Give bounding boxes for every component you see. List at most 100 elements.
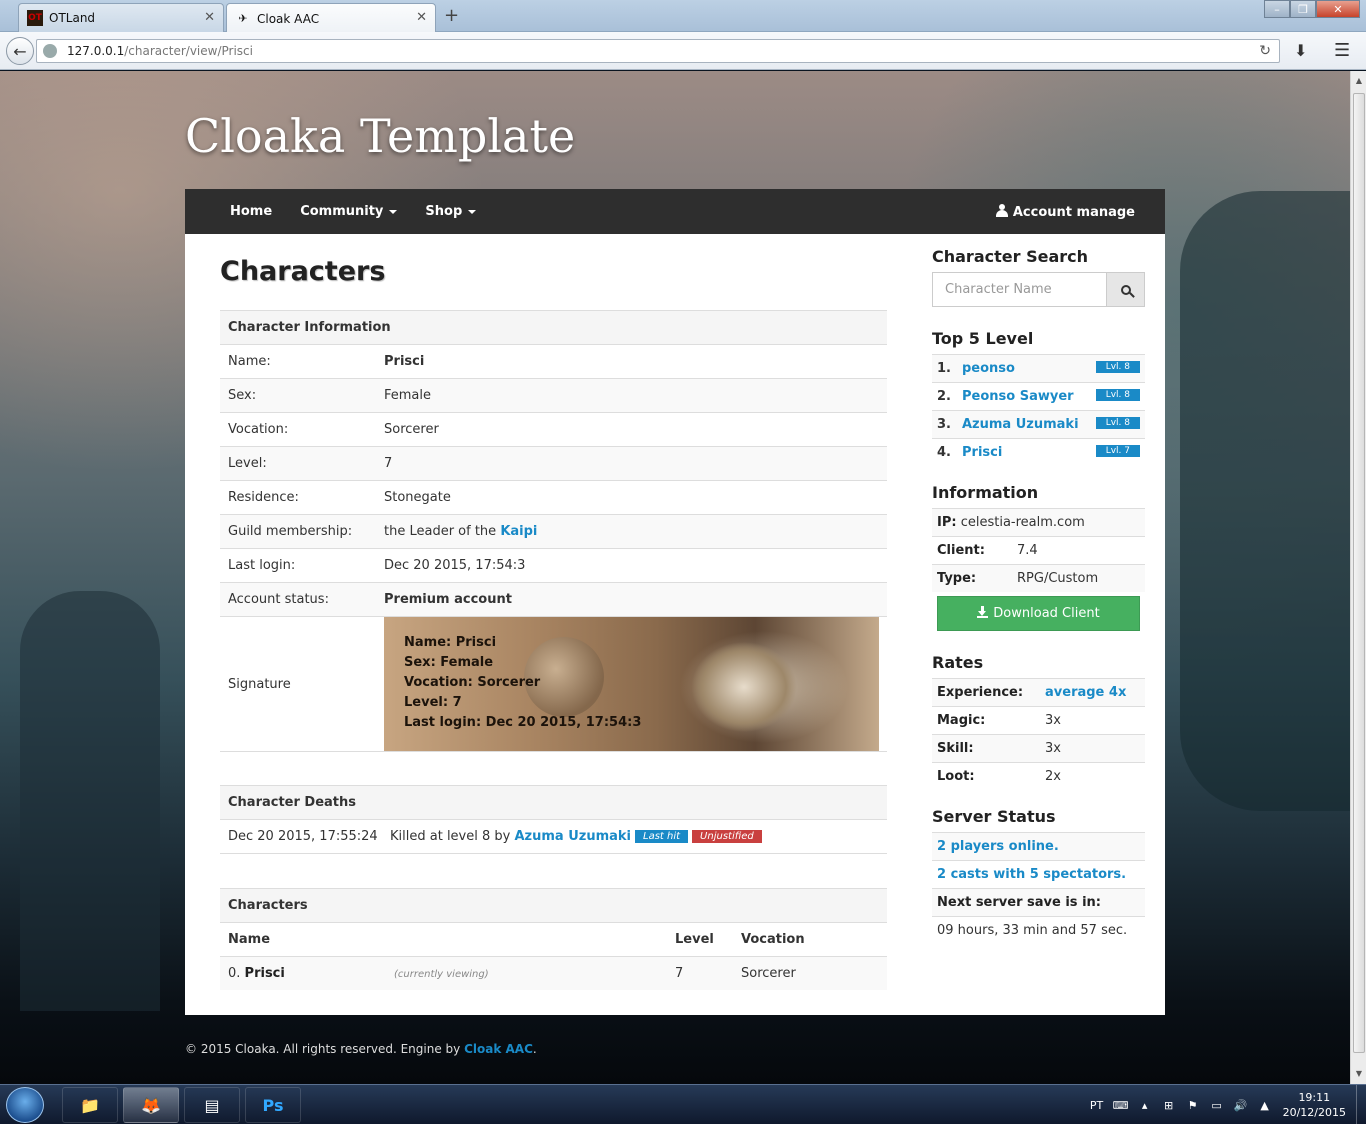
guild-link[interactable]: Kaipi [500,524,537,539]
info-key: Sex: [220,378,376,413]
top-player-link[interactable]: peonso [962,361,1015,376]
spacer [220,751,887,786]
list-item: 1. peonso Lvl. 8 [932,354,1145,383]
windows-start-icon[interactable] [6,1087,44,1123]
windows-flag-icon[interactable]: ⊞ [1157,1099,1181,1112]
list-item: 4. Prisci Lvl. 7 [932,438,1145,467]
top-player-link[interactable]: Prisci [962,445,1002,460]
top-level-title: Top 5 Level [932,329,1034,348]
char-note-cell: (currently viewing) [386,955,667,990]
hamburger-menu-icon[interactable]: ☰ [1334,40,1350,61]
info-value: Dec 20 2015, 17:54:3 [376,548,887,583]
col-vocation: Vocation [733,921,887,956]
display-icon[interactable]: ▭ [1205,1099,1229,1112]
close-tab-icon[interactable]: ✕ [204,10,215,25]
scrollbar-thumb[interactable] [1353,93,1365,1053]
rate-value: 3x [1040,706,1145,735]
type-label: Type: [932,563,1012,592]
language-indicator[interactable]: PT [1085,1099,1109,1112]
google-drive-icon[interactable]: ▲ [1253,1099,1277,1112]
top-player-cell: Peonso Sawyer Lvl. 8 [957,382,1145,411]
experience-rate-link[interactable]: average 4x [1045,685,1126,700]
character-search [932,272,1145,307]
caret-down-icon [468,209,477,214]
server-save-time: 09 hours, 33 min and 57 sec. [932,915,1145,944]
scroll-up-icon[interactable]: ▲ [1351,73,1366,89]
page-title: Characters [220,256,386,287]
download-arrow-icon[interactable]: ⬇ [1294,41,1307,60]
players-online-link[interactable]: 2 players online. [937,839,1059,854]
rate-value: 2x [1040,762,1145,791]
signature-line: Vocation: Sorcerer [404,675,541,690]
unjustified-badge: Unjustified [692,830,762,843]
casts-link[interactable]: 2 casts with 5 spectators. [937,867,1126,882]
last-hit-badge: Last hit [635,830,689,843]
background-creature [1180,191,1350,811]
client-value: 7.4 [1012,535,1145,564]
download-client-button[interactable]: Download Client [937,596,1140,631]
nav-shop[interactable]: Shop [411,204,490,219]
info-value: Female [376,378,887,413]
top-player-link[interactable]: Azuma Uzumaki [962,417,1079,432]
download-icon [977,606,989,618]
minimize-icon[interactable]: – [1264,0,1290,18]
clock-date: 20/12/2015 [1282,1106,1346,1119]
close-window-icon[interactable]: ✕ [1316,0,1360,18]
action-center-flag-icon[interactable]: ⚑ [1181,1099,1205,1112]
page-scrollbar[interactable]: ▲ ▼ [1350,71,1366,1084]
top-player-cell: Azuma Uzumaki Lvl. 8 [957,410,1145,439]
volume-icon[interactable]: 🔊 [1229,1099,1253,1112]
tab-otland[interactable]: OT OTLand ✕ [18,3,224,32]
signature-cell: Name: Prisci Sex: Female Vocation: Sorce… [376,616,887,752]
nav-community-label: Community [300,204,384,219]
reload-icon[interactable]: ↻ [1259,43,1271,59]
server-status-title: Server Status [932,806,1056,826]
close-tab-icon[interactable]: ✕ [416,10,427,25]
nav-account-label: Account manage [1012,204,1135,220]
maximize-icon[interactable]: ❐ [1290,0,1316,18]
tab-label: OTLand [49,11,96,25]
killer-link[interactable]: Azuma Uzumaki [514,829,631,844]
signature-line: Name: Prisci [404,635,497,650]
photoshop-icon[interactable]: Ps [245,1087,301,1123]
info-key: Last login: [220,548,376,583]
info-key: Guild membership: [220,514,376,549]
footer-engine-link[interactable]: Cloak AAC [464,1042,533,1056]
content-panel: Characters Character Information Name: Pr… [185,234,1165,1015]
nav-shop-label: Shop [425,204,463,219]
tray-expand-icon[interactable]: ▴ [1133,1099,1157,1112]
top-player-link[interactable]: Peonso Sawyer [962,389,1074,404]
url-bar[interactable]: 127.0.0.1/character/view/Prisci ↻ [36,39,1280,63]
search-button[interactable] [1107,272,1145,307]
user-icon [995,203,1008,217]
spacer [220,853,887,888]
keyboard-icon[interactable]: ⌨ [1109,1099,1133,1112]
clock[interactable]: 19:11 20/12/2015 [1277,1090,1356,1120]
top-level-table: 1. peonso Lvl. 8 2. Peonso Sawyer Lvl. 8 3. A… [932,354,1145,467]
char-index: 0. [228,965,241,981]
text-editor-icon[interactable]: ▤ [184,1087,240,1123]
browser-toolbar: ← 127.0.0.1/character/view/Prisci ↻ ⬇ ☰ [0,32,1366,70]
char-name-link[interactable]: Prisci [245,966,285,981]
new-tab-icon[interactable]: + [444,5,459,26]
char-level: 7 [667,955,733,990]
signature-armor [664,617,879,751]
site-title[interactable]: Cloaka Template [185,109,575,163]
clock-time: 19:11 [1298,1091,1331,1104]
rate-key: Experience: [932,678,1040,707]
character-search-input[interactable] [932,272,1107,307]
info-key: Account status: [220,582,376,617]
url-path: /character/view/Prisci [124,44,253,58]
nav-account-manage[interactable]: Account manage [982,203,1165,220]
tab-cloak-aac[interactable]: ✈ Cloak AAC ✕ [226,3,436,33]
nav-home[interactable]: Home [185,204,286,219]
back-arrow-icon[interactable]: ← [6,37,34,65]
server-status-table: 2 players online. 2 casts with 5 spectat… [932,831,1145,944]
nav-community[interactable]: Community [286,204,411,219]
file-explorer-icon[interactable]: 📁 [62,1087,118,1123]
scroll-down-icon[interactable]: ▼ [1351,1066,1366,1082]
info-value: the Leader of the Kaipi [376,514,887,549]
firefox-icon[interactable]: 🦊 [123,1087,179,1123]
show-desktop-button[interactable] [1356,1085,1366,1124]
section-header: Character Information [220,310,887,345]
